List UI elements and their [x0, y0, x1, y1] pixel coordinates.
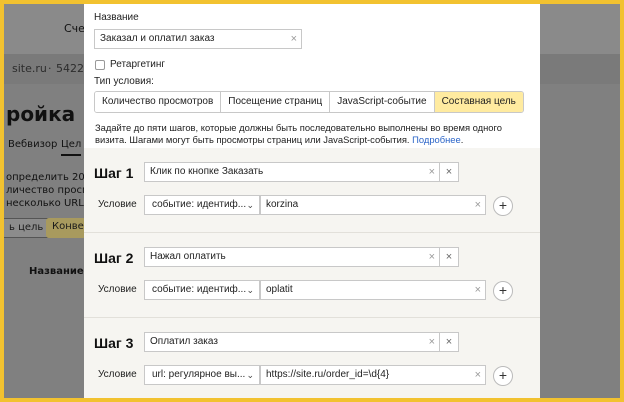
condition-type-label: Тип условия:: [94, 76, 154, 87]
condition-label: Условие: [98, 284, 137, 295]
background-site-id: 5422: [56, 62, 84, 75]
clear-icon[interactable]: ×: [475, 366, 481, 384]
condition-type-composite[interactable]: Составная цель: [434, 92, 523, 112]
step-1: Шаг 1 Клик по кнопке Заказать × × Услови…: [84, 148, 540, 233]
background-tab-underline: [61, 154, 81, 156]
condition-select-value: url: регулярное вы...: [152, 369, 246, 380]
retargeting-label: Ретаргетинг: [110, 59, 166, 70]
goal-modal: Название Заказал и оплатил заказ × Ретар…: [84, 4, 540, 398]
condition-type-page-visit[interactable]: Посещение страниц: [221, 92, 331, 112]
background-site-separator: ·: [48, 62, 52, 75]
step-name-value: Клик по кнопке Заказать: [150, 166, 264, 177]
condition-value: https://site.ru/order_id=\d{4}: [266, 369, 390, 380]
chevron-down-icon: ⌄: [246, 200, 254, 210]
goal-name-input[interactable]: Заказал и оплатил заказ ×: [94, 29, 302, 49]
background-page-title: ройка: [6, 102, 76, 126]
condition-type-selector: Количество просмотров Посещение страниц …: [94, 91, 524, 113]
background-site-name: site.ru: [12, 62, 47, 75]
name-label: Название: [94, 12, 139, 23]
step-3: Шаг 3 Оплатил заказ × × Условие url: рег…: [84, 318, 540, 398]
hint-more-link[interactable]: Подробнее: [412, 134, 461, 145]
remove-step-button[interactable]: ×: [439, 247, 459, 267]
step-2: Шаг 2 Нажал оплатить × × Условие событие…: [84, 233, 540, 318]
background-add-goal-button: ь цель: [4, 218, 51, 238]
add-condition-button[interactable]: +: [493, 281, 513, 301]
clear-icon[interactable]: ×: [429, 333, 435, 351]
step-name-input[interactable]: Клик по кнопке Заказать ×: [144, 162, 440, 182]
step-name-input[interactable]: Оплатил заказ ×: [144, 332, 440, 352]
condition-select[interactable]: событие: идентиф... ⌄: [144, 195, 260, 215]
hint-end: .: [460, 134, 464, 145]
step-title: Шаг 1: [94, 165, 134, 181]
condition-value-input[interactable]: oplatit ×: [260, 280, 486, 300]
step-name-value: Нажал оплатить: [150, 251, 226, 262]
background-tab-goals: Цел: [61, 139, 82, 150]
condition-select-value: событие: идентиф...: [152, 284, 247, 295]
step-title: Шаг 3: [94, 335, 134, 351]
clear-icon[interactable]: ×: [429, 163, 435, 181]
condition-label: Условие: [98, 199, 137, 210]
goal-name-value: Заказал и оплатил заказ: [100, 33, 215, 44]
condition-type-pageviews[interactable]: Количество просмотров: [95, 92, 222, 112]
condition-value-input[interactable]: https://site.ru/order_id=\d{4} ×: [260, 365, 486, 385]
clear-icon[interactable]: ×: [475, 281, 481, 299]
step-name-input[interactable]: Нажал оплатить ×: [144, 247, 440, 267]
background-conversion-button: Конве: [46, 218, 86, 238]
step-name-value: Оплатил заказ: [150, 336, 218, 347]
chevron-down-icon: ⌄: [246, 285, 254, 295]
condition-select-value: событие: идентиф...: [152, 199, 247, 210]
screenshot-frame: Сче site.ru · 5422 ройка Вебвизор Цел оп…: [4, 4, 620, 398]
condition-value: oplatit: [266, 284, 293, 295]
condition-type-js-event[interactable]: JavaScript-событие: [330, 92, 435, 112]
add-condition-button[interactable]: +: [493, 366, 513, 386]
condition-select[interactable]: url: регулярное вы... ⌄: [144, 365, 260, 385]
retargeting-checkbox[interactable]: [95, 60, 105, 70]
background-nav-fragment: Сче: [64, 22, 85, 35]
clear-icon[interactable]: ×: [475, 196, 481, 214]
background-tab-webvisor: Вебвизор: [8, 139, 58, 150]
remove-step-button[interactable]: ×: [439, 332, 459, 352]
remove-step-button[interactable]: ×: [439, 162, 459, 182]
steps-hint: Задайте до пяти шагов, которые должны бы…: [95, 122, 525, 146]
step-title: Шаг 2: [94, 250, 134, 266]
condition-select[interactable]: событие: идентиф... ⌄: [144, 280, 260, 300]
condition-value-input[interactable]: korzina ×: [260, 195, 486, 215]
clear-icon[interactable]: ×: [429, 248, 435, 266]
clear-icon[interactable]: ×: [291, 30, 297, 48]
steps-container: Шаг 1 Клик по кнопке Заказать × × Услови…: [84, 148, 540, 398]
condition-label: Условие: [98, 369, 137, 380]
add-condition-button[interactable]: +: [493, 196, 513, 216]
condition-value: korzina: [266, 199, 299, 210]
chevron-down-icon: ⌄: [246, 370, 254, 380]
